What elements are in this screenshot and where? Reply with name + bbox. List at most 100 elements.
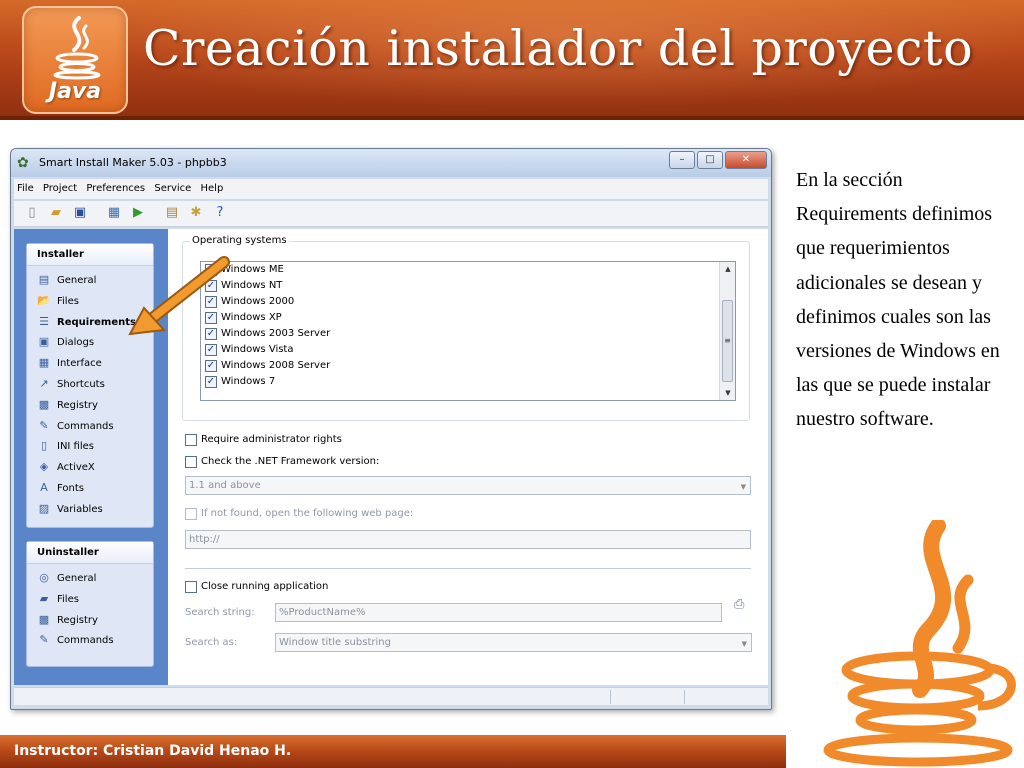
scroll-thumb[interactable]: ≡ bbox=[722, 300, 733, 382]
os-scrollbar[interactable]: ▲ ≡ ▼ bbox=[719, 262, 735, 400]
scroll-down-icon[interactable]: ▼ bbox=[720, 386, 735, 400]
sidebar-item-label: Interface bbox=[57, 358, 102, 370]
sidebar-item-label: ActiveX bbox=[57, 462, 95, 474]
menu-help[interactable]: Help bbox=[198, 179, 227, 194]
os-group-label: Operating systems bbox=[190, 235, 289, 246]
os-checkbox[interactable]: ✓ bbox=[205, 360, 217, 372]
search-string-label: Search string: bbox=[185, 607, 255, 618]
app-icon: ✿ bbox=[17, 155, 29, 171]
sidebar-item-variables[interactable]: ▨ Variables bbox=[27, 499, 153, 520]
browse-icon[interactable]: ⎙ bbox=[734, 597, 752, 613]
sidebar-item-activex[interactable]: ◈ ActiveX bbox=[27, 457, 153, 478]
close-app-label: Close running application bbox=[201, 581, 329, 592]
sidebar-item-label: Files bbox=[57, 593, 79, 605]
uninstaller-items: ◎ General ▰ Files ▩ Registry ✎ Commands bbox=[27, 564, 153, 651]
slide: Java Creación instalador del proyecto ✿ … bbox=[0, 0, 1024, 768]
sidebar-item-registry[interactable]: ▩ Registry bbox=[27, 610, 153, 631]
menu-file[interactable]: File bbox=[14, 179, 37, 194]
close-app-box[interactable] bbox=[185, 581, 197, 593]
os-item[interactable]: ✓ Windows 2000 bbox=[201, 294, 735, 310]
if-not-found-checkbox[interactable]: If not found, open the following web pag… bbox=[185, 508, 414, 520]
os-item[interactable]: ✓ Windows XP bbox=[201, 310, 735, 326]
sidebar-item-label: Commands bbox=[57, 635, 114, 647]
uninstaller-panel-title: Uninstaller bbox=[27, 542, 153, 564]
package-icon[interactable]: ▤ bbox=[164, 205, 180, 221]
interface-icon: ▦ bbox=[38, 356, 50, 370]
fonts-icon: A bbox=[40, 480, 48, 494]
app-window: ✿ Smart Install Maker 5.03 - phpbb3 – □ … bbox=[10, 148, 772, 710]
registry-icon: ▩ bbox=[38, 397, 50, 411]
os-item[interactable]: ✓ Windows 2003 Server bbox=[201, 326, 735, 342]
sidebar-item-files[interactable]: ▰ Files bbox=[27, 589, 153, 610]
general-icon: ▤ bbox=[38, 273, 50, 286]
help-icon[interactable]: ? bbox=[212, 205, 228, 221]
search-string-input[interactable]: %ProductName% bbox=[275, 603, 722, 622]
files-icon: ▰ bbox=[39, 591, 49, 605]
if-not-found-label: If not found, open the following web pag… bbox=[201, 508, 414, 519]
sidebar-item-interface[interactable]: ▦ Interface bbox=[27, 353, 153, 374]
os-item[interactable]: ✓ Windows Vista bbox=[201, 342, 735, 358]
sidebar-item-label: Commands bbox=[57, 420, 114, 432]
os-list[interactable]: ✓Windows ME✓Windows NT✓Windows 2000✓Wind… bbox=[200, 261, 736, 401]
files-icon: 📂 bbox=[37, 293, 51, 307]
save-icon[interactable]: ▣ bbox=[72, 205, 88, 221]
if-not-found-box[interactable] bbox=[185, 508, 197, 520]
header-divider bbox=[0, 116, 1024, 120]
ini-files-icon: ▯ bbox=[40, 439, 48, 453]
run-icon[interactable]: ▶ bbox=[130, 205, 146, 221]
variables-icon: ▨ bbox=[38, 501, 50, 515]
require-admin-box[interactable] bbox=[185, 434, 197, 446]
requirements-panel: Operating systems ✓Windows ME✓Windows NT… bbox=[168, 229, 768, 685]
sidebar-item-general[interactable]: ◎ General bbox=[27, 568, 153, 589]
new-file-icon[interactable]: ▯ bbox=[24, 205, 40, 221]
sidebar-item-fonts[interactable]: A Fonts bbox=[27, 478, 153, 499]
build-icon[interactable]: ▦ bbox=[106, 205, 122, 221]
window-titlebar[interactable]: ✿ Smart Install Maker 5.03 - phpbb3 – □ … bbox=[11, 149, 771, 177]
sidebar-item-commands[interactable]: ✎ Commands bbox=[27, 416, 153, 437]
sidebar-item-label: Fonts bbox=[57, 482, 84, 494]
web-page-value: http:// bbox=[189, 534, 220, 545]
net-version-value: 1.1 and above bbox=[189, 480, 261, 491]
chevron-down-icon: ▼ bbox=[740, 483, 746, 491]
settings-icon[interactable]: ✱ bbox=[188, 205, 204, 221]
shortcuts-icon: ↗ bbox=[39, 376, 49, 390]
net-version-dropdown[interactable]: 1.1 and above ▼ bbox=[185, 476, 751, 495]
os-label: Windows Vista bbox=[221, 344, 294, 355]
os-item[interactable]: ✓ Windows 7 bbox=[201, 374, 735, 390]
sidebar-item-ini-files[interactable]: ▯ INI files bbox=[27, 436, 153, 457]
check-net-checkbox[interactable]: Check the .NET Framework version: bbox=[185, 456, 379, 468]
commands-icon: ✎ bbox=[39, 418, 49, 432]
minimize-button[interactable]: – bbox=[669, 151, 695, 169]
sidebar-item-label: INI files bbox=[57, 441, 94, 453]
os-item[interactable]: ✓Windows ME bbox=[201, 262, 735, 278]
require-admin-label: Require administrator rights bbox=[201, 434, 342, 445]
os-checkbox[interactable]: ✓ bbox=[205, 376, 217, 388]
sidebar-item-registry[interactable]: ▩ Registry bbox=[27, 395, 153, 416]
sidebar-item-commands[interactable]: ✎ Commands bbox=[27, 630, 153, 651]
menu-service[interactable]: Service bbox=[151, 179, 194, 194]
web-page-input[interactable]: http:// bbox=[185, 530, 751, 549]
dialogs-icon: ▣ bbox=[38, 335, 50, 349]
search-as-label: Search as: bbox=[185, 637, 238, 648]
os-item[interactable]: ✓ Windows 2008 Server bbox=[201, 358, 735, 374]
status-separator bbox=[684, 690, 685, 704]
require-admin-checkbox[interactable]: Require administrator rights bbox=[185, 434, 342, 446]
search-as-dropdown[interactable]: Window title substring ▼ bbox=[275, 633, 752, 652]
open-folder-icon[interactable]: ▰ bbox=[48, 205, 64, 221]
chevron-down-icon: ▼ bbox=[741, 640, 747, 648]
os-checkbox[interactable]: ✓ bbox=[205, 344, 217, 356]
sidebar-item-shortcuts[interactable]: ↗ Shortcuts bbox=[27, 374, 153, 395]
os-item[interactable]: ✓ Windows NT bbox=[201, 278, 735, 294]
sidebar-item-label: Shortcuts bbox=[57, 378, 105, 390]
scroll-up-icon[interactable]: ▲ bbox=[720, 262, 735, 276]
close-app-checkbox[interactable]: Close running application bbox=[185, 581, 329, 593]
maximize-button[interactable]: □ bbox=[697, 151, 723, 169]
menu-project[interactable]: Project bbox=[40, 179, 80, 194]
registry-icon: ▩ bbox=[38, 612, 50, 626]
toolbar: ▯ ▰ ▣ ▦ ▶ ▤ ✱ ? bbox=[14, 201, 768, 227]
menu-preferences[interactable]: Preferences bbox=[83, 179, 148, 194]
close-button[interactable]: ✕ bbox=[725, 151, 767, 169]
footer-band: Instructor: Cristian David Henao H. bbox=[0, 735, 786, 768]
sidebar-item-label: Files bbox=[57, 295, 79, 307]
check-net-box[interactable] bbox=[185, 456, 197, 468]
